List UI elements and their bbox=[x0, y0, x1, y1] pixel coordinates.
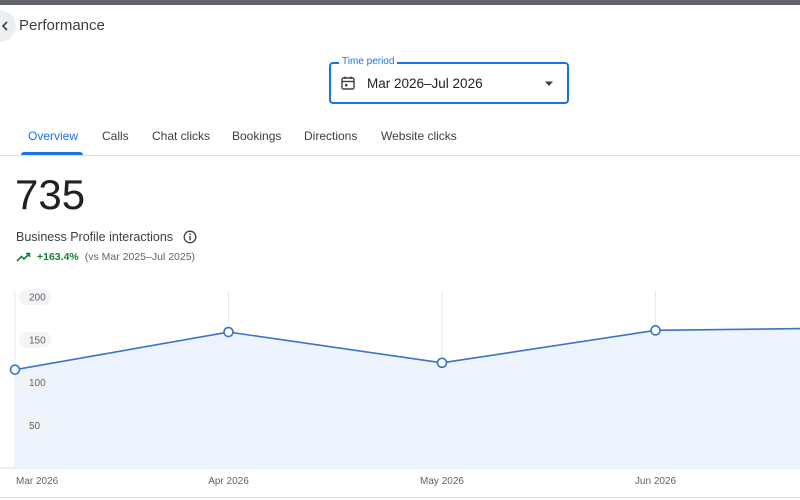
arrow-back-icon bbox=[1, 21, 8, 31]
trending-up-icon bbox=[16, 252, 31, 262]
calendar-icon bbox=[341, 76, 355, 90]
tab-directions[interactable]: Directions bbox=[304, 129, 357, 143]
metric-tabs: Overview Calls Chat clicks Bookings Dire… bbox=[0, 118, 800, 156]
trend-comparison: (vs Mar 2025–Jul 2025) bbox=[84, 251, 196, 263]
data-point bbox=[650, 325, 661, 336]
data-point bbox=[436, 357, 448, 369]
interactions-chart: 50 100 150 200 Mar 2026 Apr 2026 May 2026 Jun 2… bbox=[0, 289, 800, 487]
data-point bbox=[9, 364, 21, 375]
window-top-strip bbox=[0, 0, 800, 5]
y-tick-label: 50 bbox=[29, 421, 41, 432]
time-period-select[interactable]: Time period Mar 2026–Jul 2026 bbox=[329, 56, 569, 104]
caret-down-icon bbox=[545, 81, 553, 86]
tab-calls[interactable]: Calls bbox=[102, 129, 129, 143]
tab-bookings[interactable]: Bookings bbox=[232, 129, 281, 143]
x-tick-label: Jun 2026 bbox=[635, 476, 677, 487]
x-tick-label: May 2026 bbox=[420, 476, 464, 487]
time-period-label: Time period bbox=[339, 56, 398, 67]
trend-row: +163.4% (vs Mar 2025–Jul 2025) bbox=[16, 251, 195, 263]
tab-website-clicks[interactable]: Website clicks bbox=[381, 129, 457, 143]
info-icon[interactable] bbox=[183, 230, 197, 244]
bottom-divider bbox=[0, 497, 800, 498]
trend-value: +163.4% bbox=[37, 251, 79, 263]
back-button[interactable] bbox=[0, 10, 16, 42]
tab-chat-clicks[interactable]: Chat clicks bbox=[152, 129, 210, 143]
active-tab-indicator bbox=[21, 152, 83, 155]
time-period-value: Mar 2026–Jul 2026 bbox=[367, 76, 483, 91]
x-tick-label: Apr 2026 bbox=[208, 476, 249, 487]
y-tick-label: 200 bbox=[29, 293, 46, 304]
page-title: Performance bbox=[19, 17, 105, 34]
y-tick-label: 100 bbox=[29, 378, 46, 389]
metric-label: Business Profile interactions bbox=[16, 230, 174, 244]
y-tick-label: 150 bbox=[29, 335, 46, 346]
x-tick-label: Mar 2026 bbox=[16, 476, 59, 487]
tab-overview[interactable]: Overview bbox=[28, 129, 78, 143]
metric-value: 735 bbox=[15, 171, 86, 218]
data-point bbox=[223, 326, 234, 338]
